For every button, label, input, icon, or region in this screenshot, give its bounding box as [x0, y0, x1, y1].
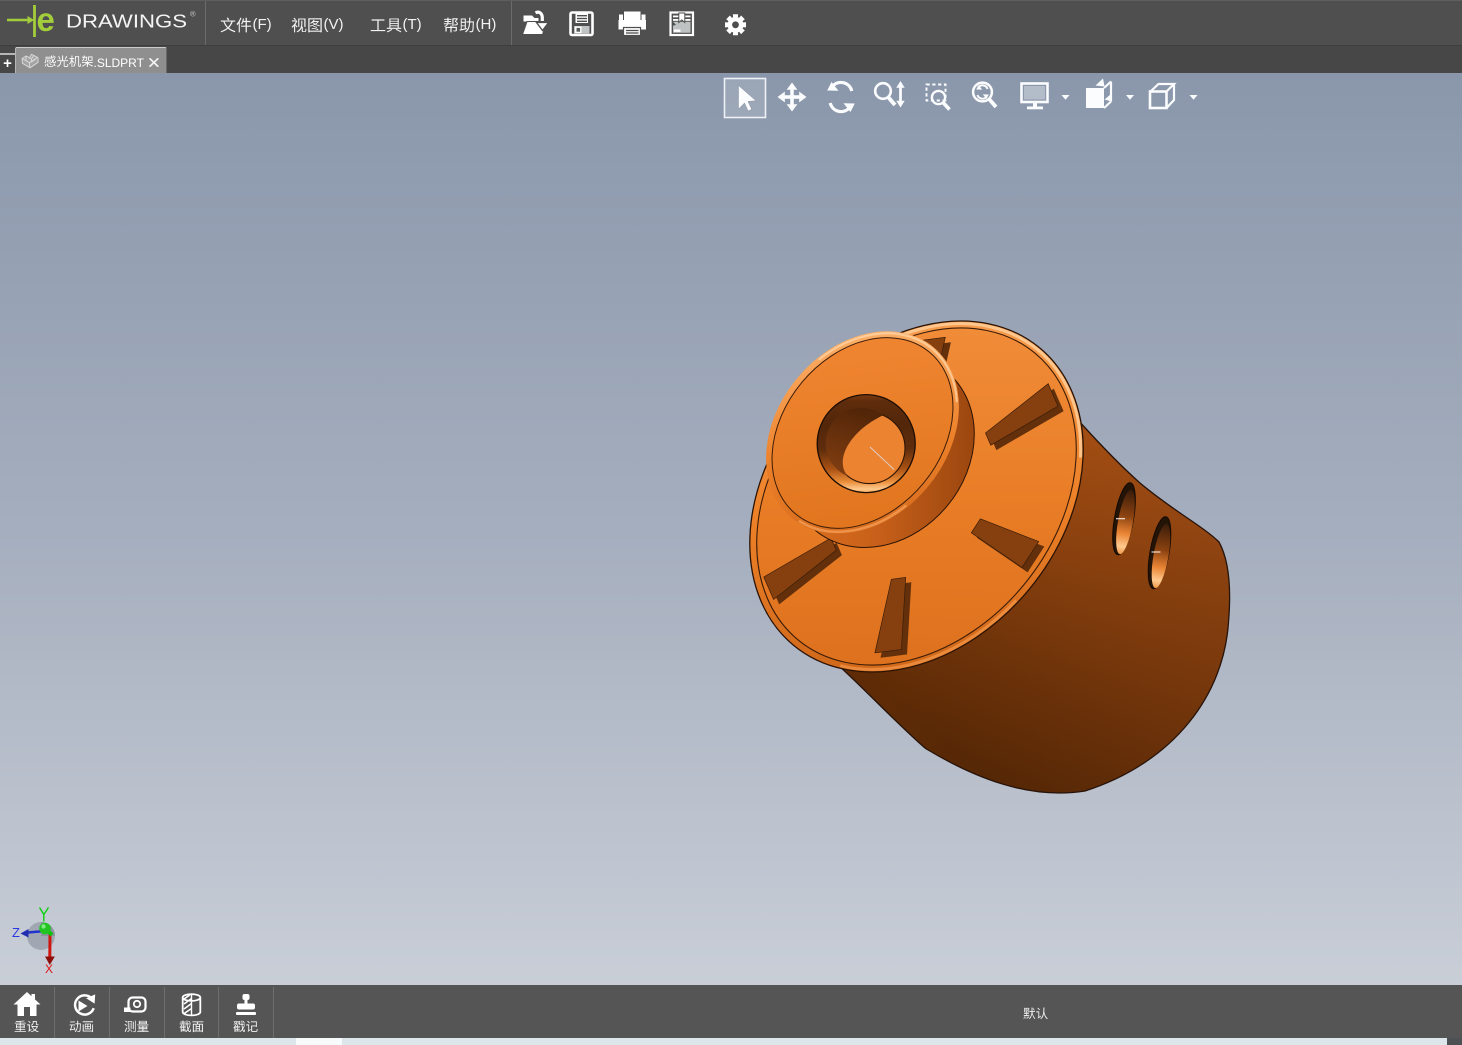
svg-text:Z: Z — [12, 925, 20, 940]
svg-text:®: ® — [190, 10, 196, 19]
svg-text:e: e — [37, 1, 55, 38]
svg-text:X: X — [45, 962, 53, 976]
svg-text:DRAWINGS: DRAWINGS — [66, 11, 187, 32]
